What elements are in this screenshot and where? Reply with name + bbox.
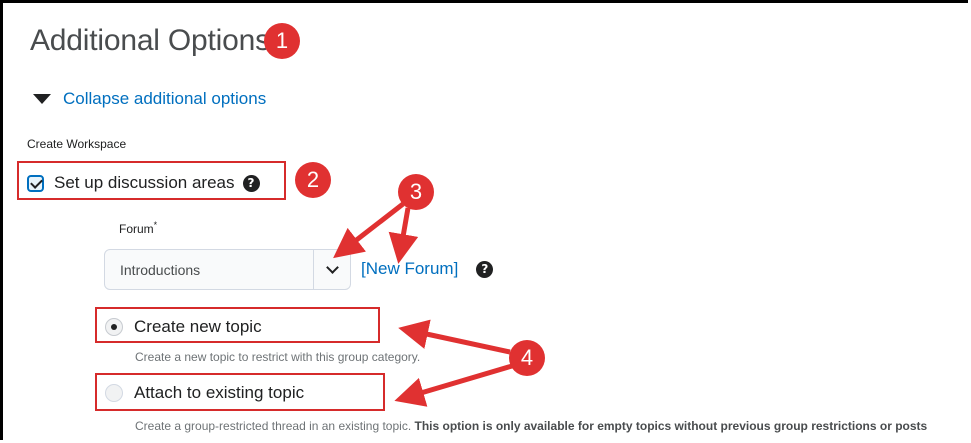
- discussion-checkbox-label: Set up discussion areas: [54, 173, 235, 192]
- attach-topic-hint: Create a group-restricted thread in an e…: [135, 419, 927, 433]
- new-forum-link[interactable]: [New Forum]: [361, 259, 458, 279]
- discussion-checkbox[interactable]: [27, 174, 44, 192]
- discussion-checkbox-row[interactable]: Set up discussion areas ?: [27, 173, 260, 193]
- forum-label-text: Forum: [119, 222, 154, 236]
- help-icon[interactable]: ?: [242, 174, 260, 192]
- collapse-options-toggle[interactable]: Collapse additional options: [33, 89, 266, 109]
- section-label: Create Workspace: [27, 137, 127, 151]
- create-topic-hint: Create a new topic to restrict with this…: [135, 350, 421, 364]
- create-topic-label: Create new topic: [134, 317, 262, 336]
- attach-topic-hint-text: Create a group-restricted thread in an e…: [135, 419, 412, 433]
- annotation-badge-3: 3: [398, 174, 434, 210]
- page-title: Additional Options: [30, 24, 270, 57]
- required-mark: *: [153, 220, 158, 230]
- attach-topic-label: Attach to existing topic: [134, 383, 305, 402]
- create-topic-option[interactable]: Create new topic: [105, 317, 262, 337]
- annotation-badge-4: 4: [509, 340, 545, 376]
- new-forum-row: [New Forum] ?: [361, 259, 494, 279]
- annotation-badge-2: 2: [295, 162, 331, 198]
- collapse-options-link[interactable]: Collapse additional options: [63, 89, 266, 109]
- triangle-down-icon: [33, 94, 51, 104]
- create-topic-radio[interactable]: [105, 318, 123, 336]
- annotation-badge-1: 1: [264, 23, 300, 59]
- forum-label: Forum*: [119, 220, 157, 236]
- forum-select-toggle[interactable]: [313, 250, 350, 289]
- chevron-down-icon: [325, 261, 339, 274]
- forum-select-value: Introductions: [120, 261, 201, 278]
- attach-topic-radio[interactable]: [105, 384, 123, 402]
- help-icon[interactable]: ?: [476, 260, 494, 278]
- attach-topic-option[interactable]: Attach to existing topic: [105, 383, 304, 403]
- attach-topic-hint-bold: This option is only available for empty …: [414, 419, 928, 433]
- forum-select[interactable]: Introductions: [104, 249, 351, 290]
